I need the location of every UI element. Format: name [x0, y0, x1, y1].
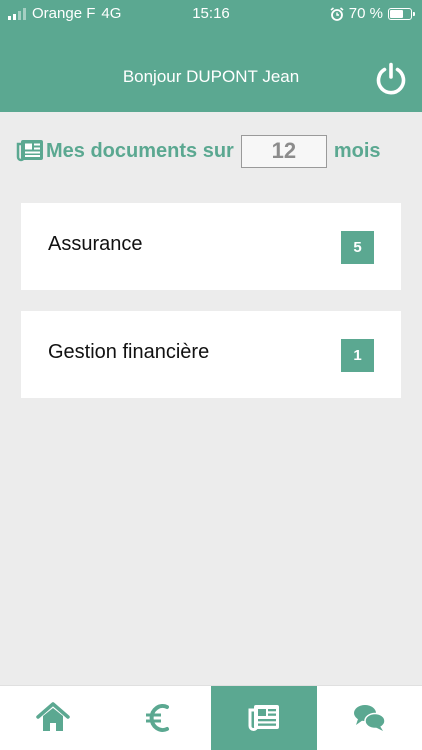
logout-button[interactable] — [374, 61, 408, 95]
category-label: Assurance — [48, 233, 143, 255]
chat-icon — [354, 705, 386, 731]
documents-title-suffix: mois — [333, 139, 381, 162]
app-header: Bonjour DUPONT Jean — [0, 27, 422, 112]
category-count-badge: 1 — [341, 339, 374, 372]
documents-title-prefix: Mes documents sur — [46, 139, 234, 162]
nav-messages[interactable] — [317, 686, 422, 750]
category-card-gestion-financiere[interactable]: Gestion financière 1 — [21, 311, 401, 398]
battery-icon — [388, 7, 415, 20]
nav-home[interactable] — [0, 686, 106, 750]
status-right: 70 % — [330, 5, 415, 22]
euro-icon — [146, 704, 170, 732]
nav-documents[interactable] — [211, 686, 317, 750]
category-label: Gestion financière — [48, 341, 210, 363]
bottom-navigation — [0, 685, 422, 750]
nav-finance[interactable] — [106, 686, 212, 750]
newspaper-icon — [16, 140, 43, 162]
category-count-badge: 5 — [341, 231, 374, 264]
home-icon — [36, 702, 70, 731]
alarm-icon — [330, 6, 344, 21]
battery-percent: 70 % — [348, 5, 383, 22]
status-bar: Orange F 4G 15:16 70 % — [0, 0, 422, 27]
documents-title-row: Mes documents sur mois — [16, 133, 412, 169]
months-input[interactable] — [240, 134, 327, 168]
category-card-assurance[interactable]: Assurance 5 — [21, 203, 401, 290]
greeting-text: Bonjour DUPONT Jean — [122, 67, 300, 86]
newspaper-icon — [248, 705, 279, 731]
power-icon — [376, 62, 406, 95]
